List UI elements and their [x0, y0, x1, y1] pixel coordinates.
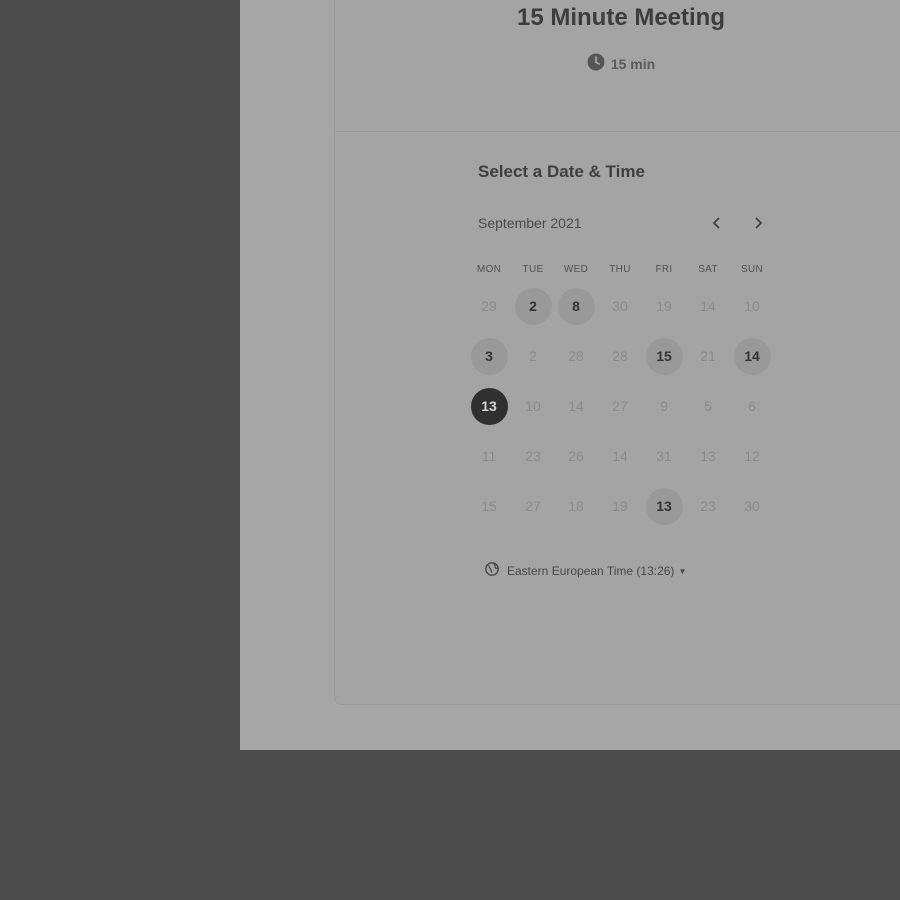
chevron-right-icon	[755, 217, 762, 229]
unavailable-date: 28	[568, 347, 584, 364]
unavailable-date: 18	[568, 497, 584, 514]
weekday-label: THU	[609, 264, 631, 275]
globe-icon	[485, 562, 499, 579]
next-month-button[interactable]	[747, 211, 771, 235]
unavailable-date: 14	[568, 397, 584, 414]
unavailable-date: 19	[612, 497, 628, 514]
scheduling-page: y 15 Minute Meeting 15 min Select a Date…	[240, 0, 900, 750]
available-date-button[interactable]: 8	[557, 287, 595, 325]
month-label: September 2021	[478, 215, 582, 231]
unavailable-date: 14	[700, 297, 716, 314]
weekday-label: TUE	[522, 264, 544, 275]
unavailable-date: 15	[481, 497, 497, 514]
available-date-button[interactable]: 14	[733, 337, 771, 375]
unavailable-date: 9	[660, 397, 668, 414]
available-date-button[interactable]: 13	[645, 487, 683, 525]
unavailable-date: 13	[700, 447, 716, 464]
modal-backdrop: y 15 Minute Meeting 15 min Select a Date…	[0, 0, 900, 900]
caret-down-icon: ▼	[678, 567, 687, 577]
timezone-selector[interactable]: Eastern European Time (13:26) ▼	[485, 562, 687, 579]
weekday-label: SUN	[740, 264, 763, 275]
available-date-button[interactable]: 15	[645, 337, 683, 375]
unavailable-date: 27	[525, 497, 541, 514]
selected-date-button[interactable]: 13	[470, 387, 508, 425]
unavailable-date: 28	[612, 347, 628, 364]
available-date-button[interactable]: 3	[470, 337, 508, 375]
weekday-label: MON	[476, 264, 502, 275]
duration-label: 15 min	[610, 56, 656, 72]
event-title: 15 Minute Meeting	[516, 4, 726, 31]
unavailable-date: 10	[525, 397, 541, 414]
event-duration: 15 min	[335, 53, 900, 74]
unavailable-date: 30	[744, 497, 760, 514]
unavailable-date: 21	[700, 347, 716, 364]
unavailable-date: 29	[481, 297, 497, 314]
booking-card: y 15 Minute Meeting 15 min Select a Date…	[334, 0, 900, 705]
weekday-header: MON TUE WED THU FRI SAT SUN	[335, 264, 900, 278]
unavailable-date: 6	[748, 397, 756, 414]
weekday-label: SAT	[698, 264, 718, 275]
chevron-left-icon	[713, 217, 720, 229]
unavailable-date: 2	[529, 347, 537, 364]
previous-month-button[interactable]	[704, 211, 728, 235]
event-header: 15 Minute Meeting 15 min	[335, 0, 900, 132]
weekday-label: FRI	[655, 264, 673, 275]
unavailable-date: 19	[656, 297, 672, 314]
unavailable-date: 10	[744, 297, 760, 314]
unavailable-date: 12	[744, 447, 760, 464]
unavailable-date: 31	[656, 447, 672, 464]
weekday-label: WED	[563, 264, 589, 275]
unavailable-date: 30	[612, 297, 628, 314]
unavailable-date: 14	[612, 447, 628, 464]
calendar-heading: Select a Date & Time	[478, 162, 645, 181]
unavailable-date: 27	[612, 397, 628, 414]
unavailable-date: 5	[704, 397, 712, 414]
clock-icon	[587, 53, 605, 74]
unavailable-date: 26	[568, 447, 584, 464]
timezone-label: Eastern European Time (13:26)	[507, 564, 675, 578]
unavailable-date: 11	[481, 447, 497, 464]
available-date-button[interactable]: 2	[514, 287, 552, 325]
unavailable-date: 23	[700, 497, 716, 514]
unavailable-date: 23	[525, 447, 541, 464]
